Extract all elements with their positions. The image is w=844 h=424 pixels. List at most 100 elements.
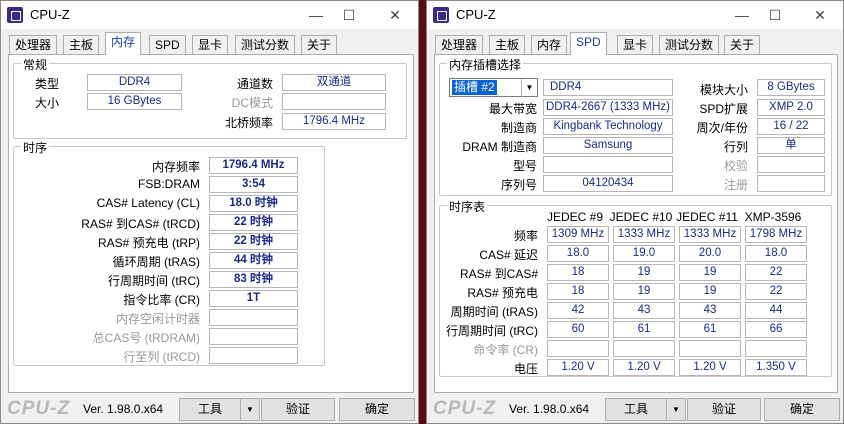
ok-button[interactable]: 确定 bbox=[764, 398, 840, 421]
dram-mfr-label: DRAM 制造商 bbox=[462, 140, 537, 154]
timing-label: 内存空闲计时器 bbox=[115, 312, 200, 326]
registered-value bbox=[757, 175, 825, 192]
spd-row-label: 频率 bbox=[513, 229, 538, 243]
spd-cell: 1.350 V bbox=[745, 359, 807, 376]
spd-cell: 61 bbox=[679, 321, 741, 338]
timing-label: RAS# 预充电 (tRP) bbox=[97, 236, 200, 250]
tab-about[interactable]: 关于 bbox=[724, 35, 761, 54]
maximize-icon[interactable]: ☐ bbox=[339, 5, 359, 25]
close-icon[interactable]: ✕ bbox=[810, 5, 830, 25]
slot-select[interactable]: 插槽 #2 ▼ bbox=[449, 78, 538, 97]
window-title: CPU-Z bbox=[456, 7, 496, 22]
general-group: 常规 类型 DDR4 大小 16 GBytes 通道数 双通道 DC模式 北桥频… bbox=[13, 56, 407, 139]
spd-row-label: CAS# 延迟 bbox=[479, 248, 538, 262]
close-icon[interactable]: ✕ bbox=[385, 5, 405, 25]
tab-bench[interactable]: 测试分数 bbox=[235, 35, 296, 54]
spd-row-label: 电压 bbox=[513, 362, 538, 376]
verify-label: 校验 bbox=[723, 159, 748, 173]
tab-memory[interactable]: 内存 bbox=[105, 32, 142, 55]
cpuz-window-spd: CPU-Z — ☐ ✕ 处理器 主板 内存 SPD 显卡 测试分数 关于 内存插… bbox=[426, 0, 844, 424]
timing-value: 1T bbox=[209, 290, 298, 307]
version-text: Ver. 1.98.0.x64 bbox=[83, 402, 164, 416]
size-value: 16 GBytes bbox=[87, 93, 182, 110]
tab-about[interactable]: 关于 bbox=[301, 35, 338, 54]
memory-panel: 常规 类型 DDR4 大小 16 GBytes 通道数 双通道 DC模式 北桥频… bbox=[8, 54, 414, 393]
column-header: JEDEC #9 bbox=[546, 210, 604, 224]
title-bar[interactable]: CPU-Z — ☐ ✕ bbox=[1, 1, 418, 29]
timing-label: RAS# 到CAS# (tRCD) bbox=[81, 217, 200, 231]
spd-cell bbox=[679, 340, 741, 357]
spd-cell: 43 bbox=[613, 302, 675, 319]
ranks-value: 单 bbox=[757, 137, 825, 154]
spd-row-label: 周期时间 (tRAS) bbox=[450, 305, 538, 319]
tab-graphics[interactable]: 显卡 bbox=[192, 35, 229, 54]
tab-cpu[interactable]: 处理器 bbox=[435, 35, 484, 54]
tab-bench[interactable]: 测试分数 bbox=[659, 35, 720, 54]
timing-value: 83 时钟 bbox=[209, 271, 298, 288]
spd-cell: 20.0 bbox=[679, 245, 741, 262]
timing-value: 22 时钟 bbox=[209, 233, 298, 250]
tools-button[interactable]: 工具 bbox=[179, 398, 241, 421]
spd-cell bbox=[745, 340, 807, 357]
tab-graphics[interactable]: 显卡 bbox=[617, 35, 654, 54]
manufacturer-label: 制造商 bbox=[500, 121, 537, 135]
ranks-label: 行列 bbox=[723, 140, 748, 154]
tab-cpu[interactable]: 处理器 bbox=[9, 35, 58, 54]
spd-cell: 44 bbox=[745, 302, 807, 319]
spd-cell: 22 bbox=[745, 264, 807, 281]
spd-cell: 1798 MHz bbox=[745, 226, 807, 243]
timing-label: 指令比率 (CR) bbox=[123, 293, 200, 307]
timing-label: FSB:DRAM bbox=[137, 177, 200, 191]
dram-mfr-value: Samsung bbox=[543, 137, 673, 154]
type-label: 类型 bbox=[34, 77, 59, 91]
spd-cell: 19.0 bbox=[613, 245, 675, 262]
tab-mainboard[interactable]: 主板 bbox=[489, 35, 526, 54]
spd-cell: 19 bbox=[679, 264, 741, 281]
version-text: Ver. 1.98.0.x64 bbox=[509, 402, 590, 416]
tools-dropdown-icon[interactable]: ▼ bbox=[666, 398, 686, 421]
tools-button[interactable]: 工具 bbox=[605, 398, 667, 421]
ok-button[interactable]: 确定 bbox=[339, 398, 415, 421]
chevron-down-icon[interactable]: ▼ bbox=[521, 79, 537, 96]
spd-cell bbox=[613, 340, 675, 357]
type-value: DDR4 bbox=[87, 74, 182, 91]
tab-spd[interactable]: SPD bbox=[570, 32, 607, 55]
spd-cell: 1.20 V bbox=[679, 359, 741, 376]
spd-cell: 19 bbox=[679, 283, 741, 300]
validate-button[interactable]: 验证 bbox=[687, 398, 761, 421]
nb-freq-label: 北桥频率 bbox=[224, 116, 273, 130]
serial-value: 04120434 bbox=[543, 175, 673, 192]
cpuz-app-icon bbox=[433, 7, 449, 23]
cpuz-logo: CPU-Z bbox=[7, 398, 71, 419]
spd-cell: 42 bbox=[547, 302, 609, 319]
validate-button[interactable]: 验证 bbox=[261, 398, 335, 421]
module-size-label: 模块大小 bbox=[699, 83, 748, 97]
spd-row-label: 命令率 (CR) bbox=[473, 343, 538, 357]
tab-spd[interactable]: SPD bbox=[149, 35, 186, 54]
tab-memory[interactable]: 内存 bbox=[531, 35, 568, 54]
spd-cell: 18.0 bbox=[745, 245, 807, 262]
spd-cell: 18 bbox=[547, 283, 609, 300]
nb-freq-value: 1796.4 MHz bbox=[282, 113, 386, 130]
title-bar[interactable]: CPU-Z — ☐ ✕ bbox=[427, 1, 843, 29]
minimize-icon[interactable]: — bbox=[306, 5, 326, 25]
spd-cell: 19 bbox=[613, 283, 675, 300]
timings-group: 时序 内存频率 1796.4 MHz FSB:DRAM 3:54 CAS# Latenc… bbox=[13, 139, 325, 366]
minimize-icon[interactable]: — bbox=[732, 5, 752, 25]
tab-mainboard[interactable]: 主板 bbox=[63, 35, 100, 54]
timing-label: 行至列 (tRCD) bbox=[123, 350, 200, 364]
timing-value bbox=[209, 309, 298, 326]
cpuz-window-memory: CPU-Z — ☐ ✕ 处理器 主板 内存 SPD 显卡 测试分数 关于 常规 … bbox=[0, 0, 419, 424]
spd-cell: 1.20 V bbox=[547, 359, 609, 376]
group-title: 时序 bbox=[21, 139, 50, 156]
tools-dropdown-icon[interactable]: ▼ bbox=[240, 398, 260, 421]
dc-mode-label: DC模式 bbox=[231, 96, 273, 110]
timing-label: 总CAS号 (tRDRAM) bbox=[92, 331, 200, 345]
max-bw-value: DDR4-2667 (1333 MHz) bbox=[543, 99, 673, 116]
spd-ext-label: SPD扩展 bbox=[699, 102, 748, 116]
spd-cell: 1333 MHz bbox=[613, 226, 675, 243]
channels-label: 通道数 bbox=[236, 77, 273, 91]
maximize-icon[interactable]: ☐ bbox=[765, 5, 785, 25]
group-title: 时序表 bbox=[447, 198, 488, 215]
spd-cell: 43 bbox=[679, 302, 741, 319]
